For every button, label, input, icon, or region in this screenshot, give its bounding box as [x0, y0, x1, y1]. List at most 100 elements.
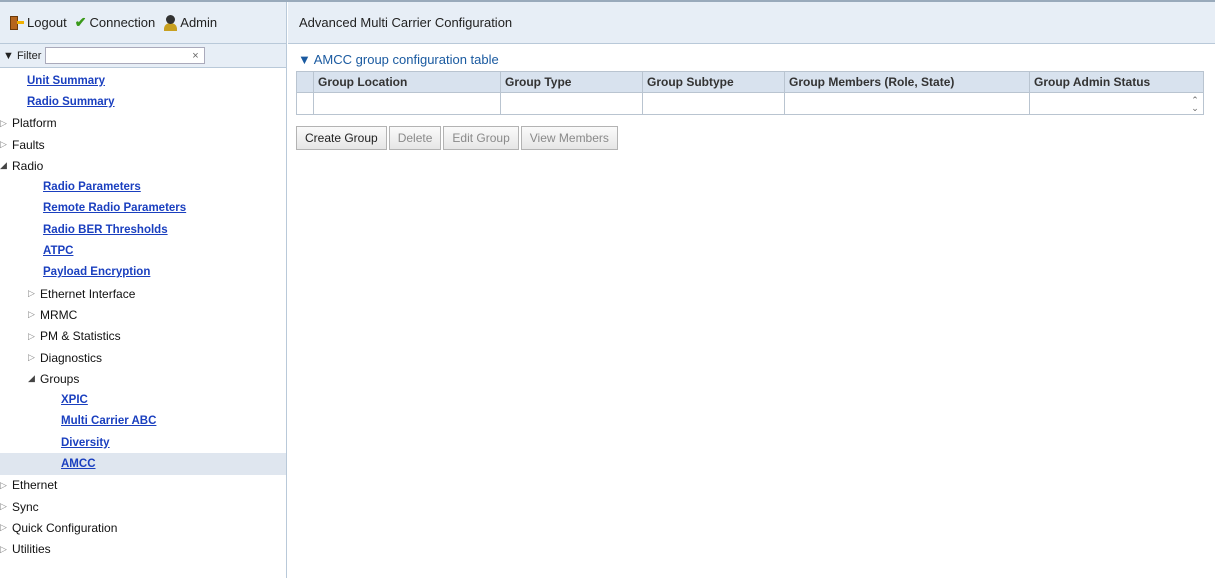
- tree-item[interactable]: ◢ Groups: [0, 368, 286, 389]
- filter-label: Filter: [16, 49, 42, 62]
- tree-item-label: Sync: [12, 499, 39, 514]
- tree-item-label: Payload Encryption: [43, 266, 151, 279]
- page-title: Advanced Multi Carrier Configuration: [299, 15, 513, 30]
- tree-item[interactable]: ▷ Sync: [0, 496, 286, 517]
- tree-item-label: Radio Parameters: [43, 181, 141, 194]
- collapsed-arrow-icon[interactable]: ▷: [28, 288, 40, 299]
- filter-toggle[interactable]: ▼ Filter: [3, 50, 41, 62]
- tree-item[interactable]: Diversity: [0, 432, 286, 453]
- tree-item[interactable]: ▷ Utilities: [0, 539, 286, 560]
- tree-item[interactable]: ▷ Platform: [0, 113, 286, 134]
- action-buttons: Create Group Delete Edit Group View Memb…: [296, 126, 620, 150]
- tree-item[interactable]: ▷ Ethernet: [0, 475, 286, 496]
- tree-item-label: MRMC: [40, 307, 78, 322]
- logout-label: Logout: [27, 15, 67, 30]
- check-icon: ✔: [74, 14, 87, 30]
- table-header-row: Group Location Group Type Group Subtype …: [296, 71, 1204, 93]
- tree-item-label: Radio BER Thresholds: [43, 223, 168, 236]
- expanded-arrow-icon[interactable]: ◢: [0, 160, 12, 171]
- collapsed-arrow-icon[interactable]: ▷: [0, 522, 12, 533]
- tree-item[interactable]: Radio Summary: [0, 91, 286, 112]
- collapsed-arrow-icon[interactable]: ▷: [28, 352, 40, 363]
- tree-item[interactable]: ▷ Diagnostics: [0, 347, 286, 368]
- collapsed-arrow-icon[interactable]: ▷: [0, 139, 12, 150]
- collapsed-arrow-icon[interactable]: ▷: [0, 501, 12, 512]
- tree-item[interactable]: ▷ Quick Configuration: [0, 517, 286, 538]
- table-cell: [642, 92, 785, 115]
- tree-item[interactable]: Radio BER Thresholds: [0, 219, 286, 240]
- create-group-button[interactable]: Create Group: [296, 126, 387, 150]
- tree-item[interactable]: XPIC: [0, 389, 286, 410]
- tree-item-label: Diversity: [61, 436, 110, 449]
- tree-item[interactable]: Payload Encryption: [0, 262, 286, 283]
- tree-item[interactable]: Multi Carrier ABC: [0, 411, 286, 432]
- filter-input[interactable]: [45, 47, 206, 64]
- session-toolbar: Logout ✔ Connection Admin: [0, 2, 286, 44]
- tree-item[interactable]: ▷ PM & Statistics: [0, 326, 286, 347]
- navigation-tree: Unit Summary Radio Summary ▷ Platform ▷ Fault…: [0, 68, 286, 560]
- tree-item[interactable]: ▷ MRMC: [0, 304, 286, 325]
- col-select: [296, 71, 314, 93]
- tree-item-label: Unit Summary: [27, 74, 105, 87]
- collapsed-arrow-icon[interactable]: ▷: [0, 544, 12, 555]
- tree-item-label: Remote Radio Parameters: [43, 202, 187, 215]
- tree-item-label: Radio Summary: [27, 95, 115, 108]
- logout-button[interactable]: Logout: [10, 15, 67, 31]
- tree-item-label: XPIC: [61, 394, 88, 407]
- table-cell: [500, 92, 643, 115]
- edit-group-button[interactable]: Edit Group: [443, 126, 519, 150]
- tree-item-label: Multi Carrier ABC: [61, 415, 157, 428]
- scroll-arrows-icon[interactable]: ⌃ ⌄: [1190, 95, 1200, 112]
- tree-item-label: Diagnostics: [40, 350, 103, 365]
- collapsed-arrow-icon[interactable]: ▷: [28, 309, 40, 320]
- tree-item[interactable]: ◢ Radio: [0, 155, 286, 176]
- view-members-button[interactable]: View Members: [520, 126, 618, 150]
- tree-item[interactable]: ATPC: [0, 240, 286, 261]
- col-group-subtype[interactable]: Group Subtype: [642, 71, 785, 93]
- table-cell: [313, 92, 501, 115]
- col-group-admin-status[interactable]: Group Admin Status: [1029, 71, 1204, 93]
- navigation-pane: Logout ✔ Connection Admin ▼ Filter × Uni…: [0, 2, 287, 578]
- tree-item-label: Utilities: [12, 542, 51, 557]
- tree-item[interactable]: Remote Radio Parameters: [0, 198, 286, 219]
- tree-item-label: Groups: [40, 371, 80, 386]
- col-group-members[interactable]: Group Members (Role, State): [784, 71, 1030, 93]
- tree-item[interactable]: Radio Parameters: [0, 176, 286, 197]
- filter-bar: ▼ Filter ×: [0, 44, 286, 68]
- tree-item-label: Ethernet Interface: [40, 286, 136, 301]
- tree-item[interactable]: Unit Summary: [0, 70, 286, 91]
- expanded-arrow-icon[interactable]: ◢: [28, 373, 40, 384]
- collapsed-arrow-icon[interactable]: ▷: [0, 118, 12, 129]
- table-cell: [784, 92, 1030, 115]
- clear-icon[interactable]: ×: [187, 48, 203, 64]
- page-title-bar: Advanced Multi Carrier Configuration: [288, 2, 1215, 44]
- collapsed-arrow-icon[interactable]: ▷: [0, 480, 12, 491]
- tree-item-label: Quick Configuration: [12, 520, 118, 535]
- collapsed-arrow-icon[interactable]: ▷: [28, 331, 40, 342]
- tree-item-label: AMCC: [61, 457, 96, 470]
- tree-item-label: Platform: [12, 116, 57, 131]
- section-title[interactable]: ▼ AMCC group configuration table: [298, 52, 499, 67]
- tree-item[interactable]: ▷ Faults: [0, 134, 286, 155]
- tree-item-label: ATPC: [43, 245, 74, 258]
- col-group-type[interactable]: Group Type: [500, 71, 643, 93]
- table-cell: ⌃ ⌄: [1029, 92, 1204, 115]
- tree-item[interactable]: AMCC: [0, 453, 286, 475]
- amcc-group-table: Group Location Group Type Group Subtype …: [296, 71, 1204, 115]
- table-row[interactable]: ⌃ ⌄: [296, 92, 1204, 115]
- tree-item-label: PM & Statistics: [40, 329, 121, 344]
- tree-item[interactable]: ▷ Ethernet Interface: [0, 283, 286, 304]
- tree-item-label: Faults: [12, 137, 45, 152]
- content-pane: Advanced Multi Carrier Configuration ▼ A…: [288, 2, 1215, 578]
- connection-status[interactable]: ✔ Connection: [75, 14, 156, 31]
- delete-button[interactable]: Delete: [388, 126, 442, 150]
- col-group-location[interactable]: Group Location: [313, 71, 501, 93]
- tree-item-label: Ethernet: [12, 478, 58, 493]
- table-cell: [296, 92, 314, 115]
- admin-user[interactable]: Admin: [163, 14, 218, 31]
- admin-label: Admin: [180, 15, 218, 30]
- logout-icon: [10, 15, 24, 31]
- connection-label: Connection: [89, 15, 156, 30]
- user-icon: [163, 14, 178, 31]
- tree-item-label: Radio: [12, 158, 44, 173]
